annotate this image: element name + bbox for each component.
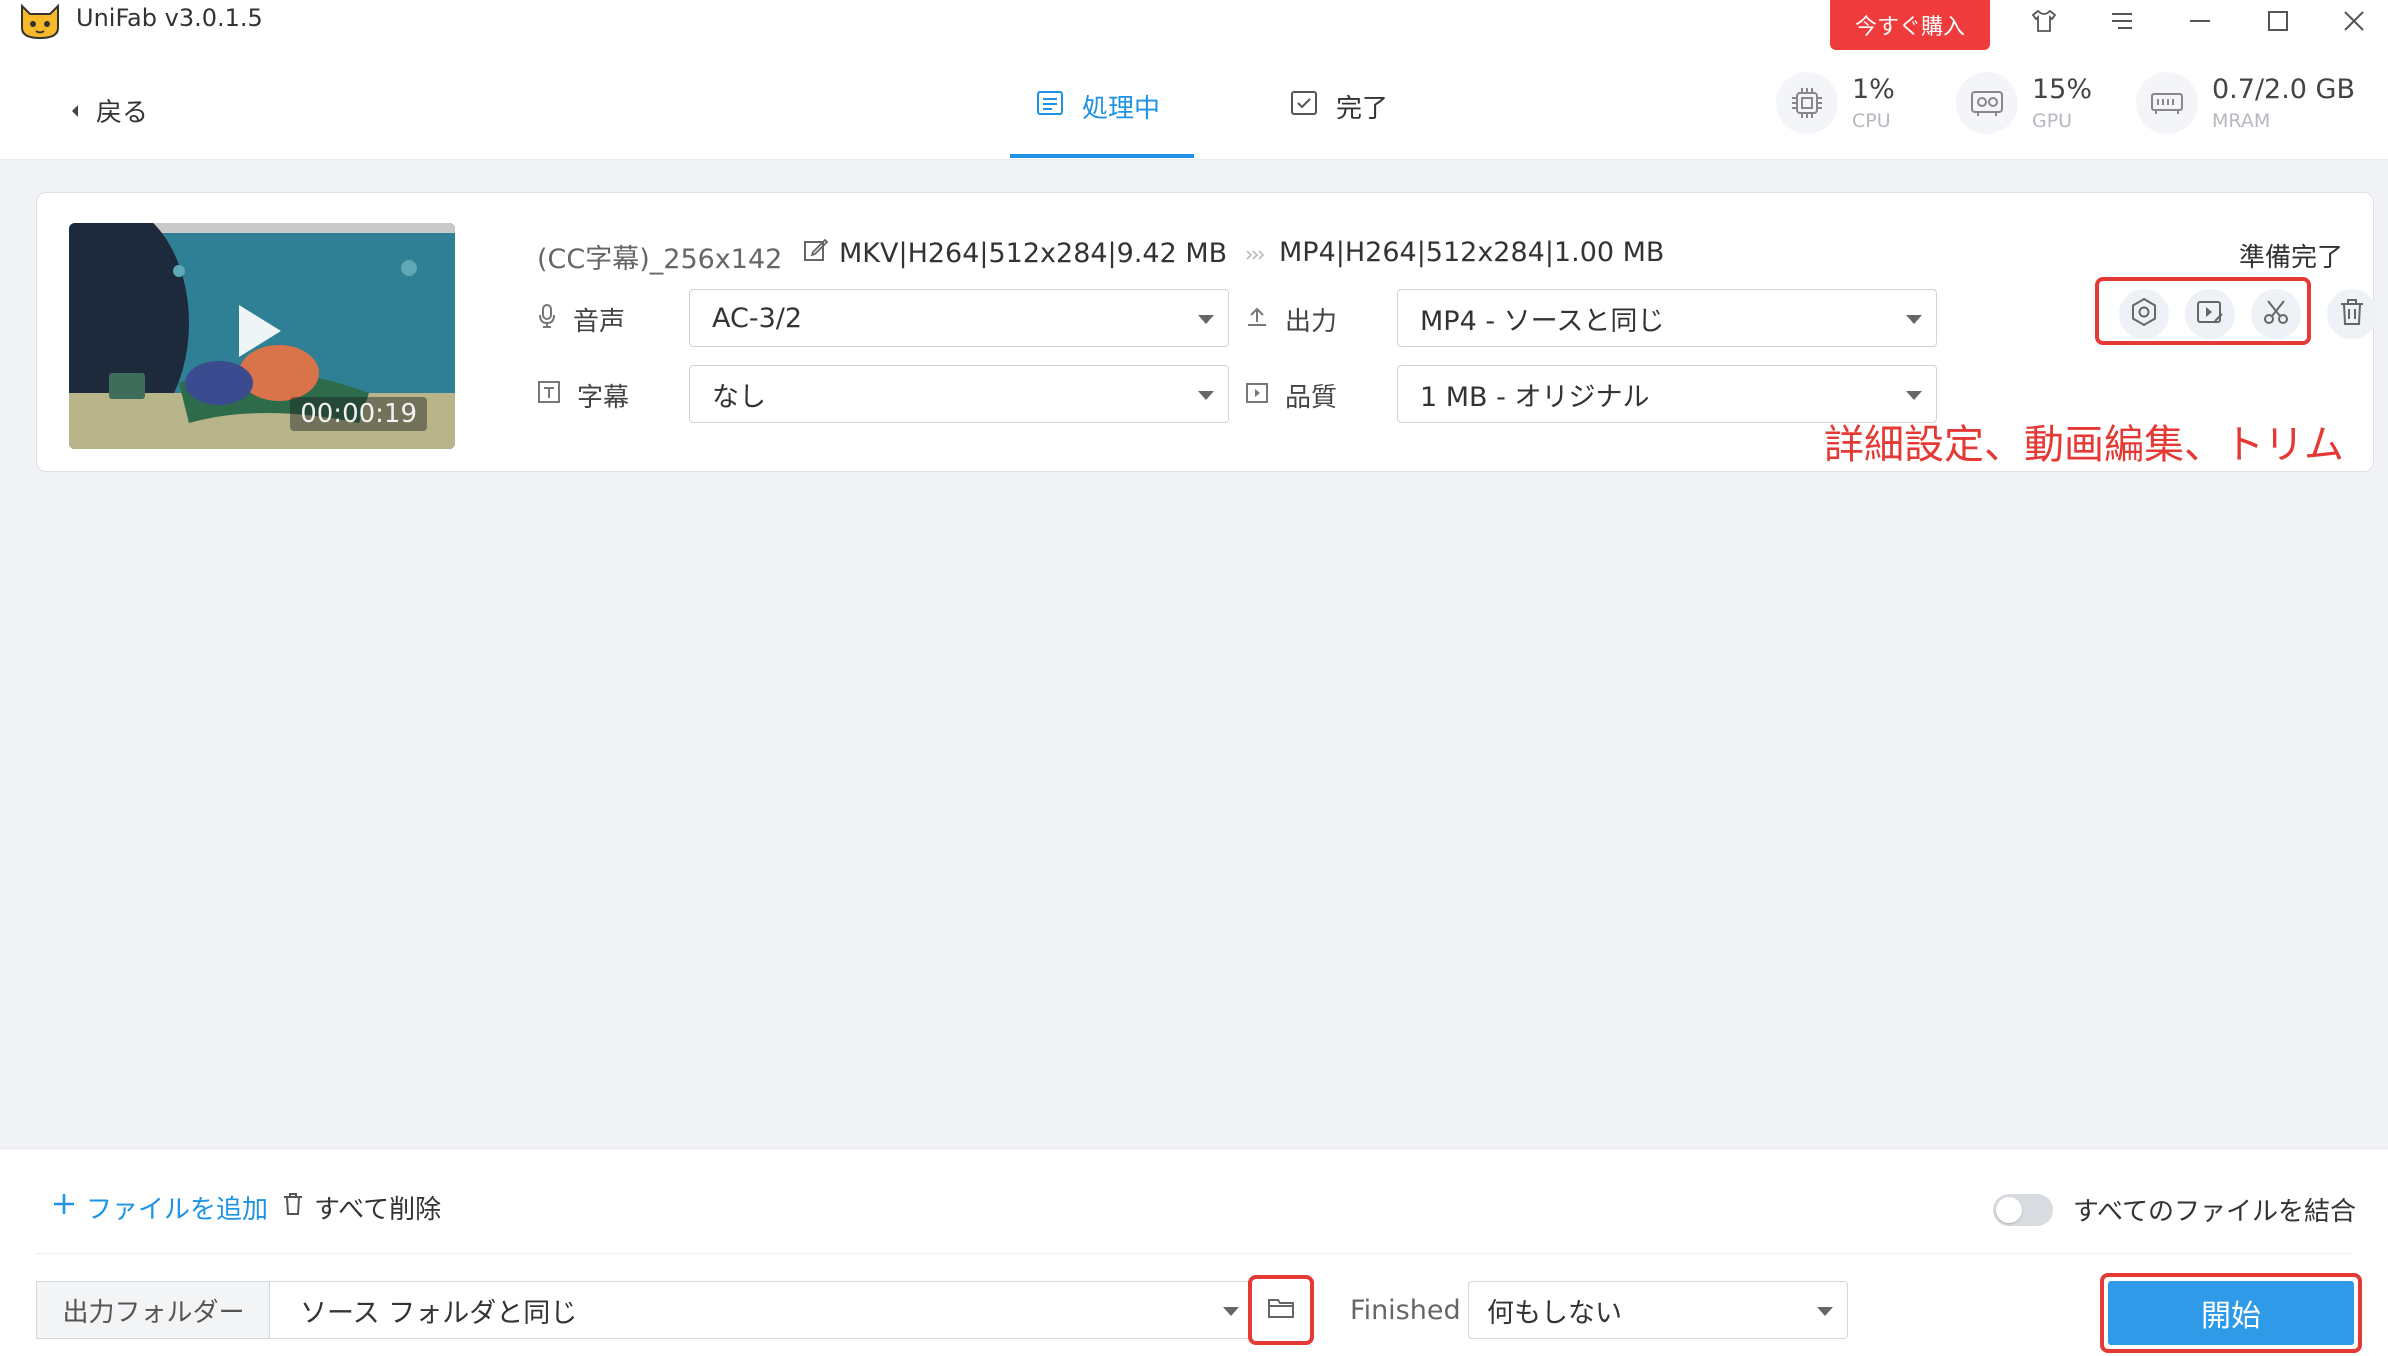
cpu-stat: 1% CPU xyxy=(1776,72,1895,146)
divider xyxy=(36,1253,2352,1254)
header: 戻る 処理中 完了 1% CPU 15% GPU 0.7/2.0 GB MRAM xyxy=(0,58,2388,160)
tab-processing-label: 処理中 xyxy=(1082,94,1161,124)
add-file-label: ファイルを追加 xyxy=(86,1195,269,1225)
delete-button[interactable] xyxy=(2327,289,2377,339)
output-folder-label: 出力フォルダー xyxy=(36,1281,270,1339)
chevron-down-icon xyxy=(1817,1307,1833,1316)
unifab-logo-icon xyxy=(18,0,62,40)
bottom-bar: ファイルを追加 すべて削除 すべてのファイルを結合 出力フォルダー ソース フォ… xyxy=(0,1148,2388,1356)
buy-now-button[interactable]: 今すぐ購入 xyxy=(1830,0,1990,50)
annotation-text: 詳細設定、動画編集、トリム xyxy=(1824,422,2344,468)
output-format-select[interactable]: MP4 - ソースと同じ xyxy=(1397,289,1937,347)
mram-stat: 0.7/2.0 GB MRAM xyxy=(2136,72,2355,146)
delete-all-label: すべて削除 xyxy=(314,1195,442,1225)
quality-value: 1 MB - オリジナル xyxy=(1420,381,1650,413)
gpu-label: GPU xyxy=(2032,110,2073,132)
cpu-label: CPU xyxy=(1852,110,1891,132)
output-folder-value: ソース フォルダと同じ xyxy=(300,1297,578,1329)
output-info-text: MP4|H264|512x284|1.00 MB xyxy=(1279,237,1665,268)
video-edit-button[interactable] xyxy=(2185,289,2235,339)
merge-label: すべてのファイルを結合 xyxy=(2072,1197,2356,1227)
app-title: UniFab v3.0.1.5 xyxy=(76,4,263,32)
merge-all-files: すべてのファイルを結合 xyxy=(1992,1191,2356,1228)
cpu-icon xyxy=(1776,72,1838,134)
play-icon[interactable] xyxy=(237,303,283,363)
list-icon xyxy=(1036,90,1064,123)
trash-icon xyxy=(2338,297,2366,331)
subtitle-select[interactable]: なし xyxy=(689,365,1229,423)
plus-icon xyxy=(52,1192,76,1223)
video-icon xyxy=(1245,381,1269,411)
video-edit-icon xyxy=(2195,297,2225,331)
start-button[interactable]: 開始 xyxy=(2108,1281,2354,1345)
source-info: MKV|H264|512x284|9.42 MB xyxy=(803,237,1227,270)
subtitle-field-label: 字幕 xyxy=(537,377,629,414)
finished-action-select[interactable]: 何もしない xyxy=(1468,1281,1848,1339)
scissors-icon xyxy=(2261,297,2291,331)
quality-field-label: 品質 xyxy=(1245,377,1337,414)
chevron-down-icon xyxy=(1906,315,1922,324)
start-highlight-box: 開始 xyxy=(2100,1273,2362,1353)
microphone-icon xyxy=(537,303,557,336)
chevron-down-icon xyxy=(1198,315,1214,324)
memory-icon xyxy=(2136,72,2198,134)
audio-label: 音声 xyxy=(573,307,626,337)
audio-field-label: 音声 xyxy=(537,301,625,338)
subtitle-label: 字幕 xyxy=(577,383,630,413)
checkbox-icon xyxy=(1290,90,1318,123)
browse-folder-button[interactable] xyxy=(1248,1275,1314,1345)
mram-value: 0.7/2.0 GB xyxy=(2212,74,2356,105)
source-info-text: MKV|H264|512x284|9.42 MB xyxy=(839,238,1228,269)
arrow-right-icon xyxy=(1245,237,1265,268)
skin-icon[interactable] xyxy=(2014,0,2074,42)
edit-icon[interactable] xyxy=(803,237,829,270)
tab-processing[interactable]: 処理中 xyxy=(1036,88,1160,125)
tab-completed[interactable]: 完了 xyxy=(1290,88,1388,125)
output-label: 出力 xyxy=(1285,307,1338,337)
tab-completed-label: 完了 xyxy=(1336,94,1389,124)
maximize-icon[interactable] xyxy=(2248,0,2308,42)
status-badge: 準備完了 xyxy=(2238,243,2343,273)
close-icon[interactable] xyxy=(2324,0,2384,42)
file-name: (CC字幕)_256x142 xyxy=(537,244,783,275)
gpu-stat: 15% GPU xyxy=(1956,72,2092,146)
output-value: MP4 - ソースと同じ xyxy=(1420,305,1665,337)
quality-label: 品質 xyxy=(1285,383,1338,413)
back-label: 戻る xyxy=(96,98,149,128)
upload-icon xyxy=(1245,304,1269,335)
video-duration: 00:00:19 xyxy=(290,397,427,431)
title-bar: UniFab v3.0.1.5 今すぐ購入 xyxy=(0,0,2388,58)
trash-icon xyxy=(282,1192,304,1223)
menu-icon[interactable] xyxy=(2092,0,2152,42)
folder-icon xyxy=(1267,1296,1295,1324)
chevron-down-icon xyxy=(1223,1307,1239,1316)
gpu-value: 15% xyxy=(2032,74,2093,105)
audio-select[interactable]: AC-3/2 xyxy=(689,289,1229,347)
merge-toggle[interactable] xyxy=(1992,1193,2053,1226)
gpu-icon xyxy=(1956,72,2018,134)
output-field-label: 出力 xyxy=(1245,301,1337,338)
settings-icon xyxy=(2129,297,2159,331)
delete-all-button[interactable]: すべて削除 xyxy=(282,1189,441,1226)
active-tab-indicator xyxy=(1010,154,1194,158)
advanced-settings-button[interactable] xyxy=(2119,289,2169,339)
minimize-icon[interactable] xyxy=(2170,0,2230,42)
output-info: MP4|H264|512x284|1.00 MB xyxy=(1245,237,1664,268)
subtitle-value: なし xyxy=(712,381,766,413)
video-thumbnail[interactable]: 00:00:19 xyxy=(69,223,455,449)
back-button[interactable]: 戻る xyxy=(70,92,148,129)
finished-label: Finished xyxy=(1350,1295,1461,1326)
mram-label: MRAM xyxy=(2212,110,2271,132)
trim-button[interactable] xyxy=(2251,289,2301,339)
chevron-down-icon xyxy=(1198,391,1214,400)
add-file-button[interactable]: ファイルを追加 xyxy=(52,1189,268,1226)
finished-value: 何もしない xyxy=(1487,1297,1622,1329)
chevron-down-icon xyxy=(1906,391,1922,400)
audio-value: AC-3/2 xyxy=(712,302,803,334)
text-icon xyxy=(537,380,561,411)
chevron-left-icon xyxy=(70,96,80,126)
cpu-value: 1% xyxy=(1852,74,1895,105)
output-folder-select[interactable]: ソース フォルダと同じ xyxy=(269,1281,1254,1339)
